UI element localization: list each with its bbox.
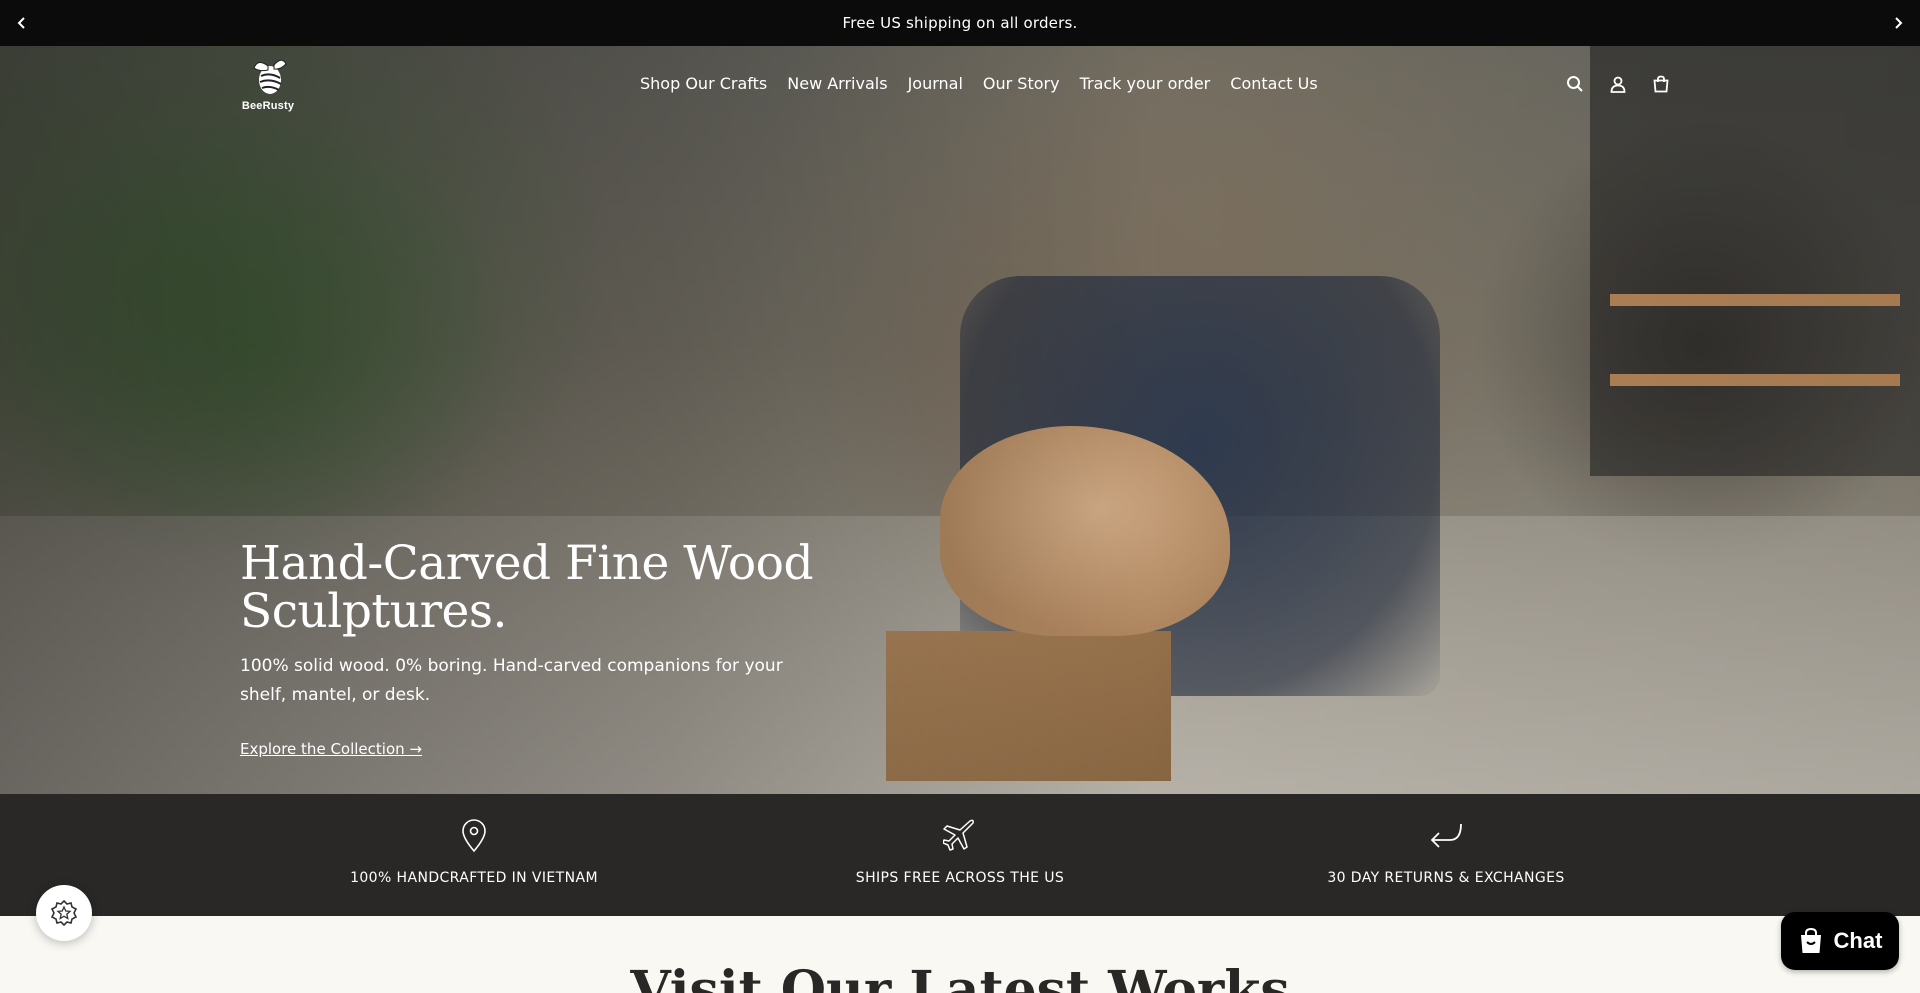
- hero-subtitle: 100% solid wood. 0% boring. Hand-carved …: [240, 656, 783, 705]
- search-icon: [1567, 76, 1583, 92]
- site-header: BeeRusty Shop Our Crafts New Arrivals Jo…: [0, 46, 1920, 126]
- header-icons: [1565, 74, 1671, 94]
- account-button[interactable]: [1608, 74, 1628, 94]
- latest-works-section: Visit Our Latest Works: [0, 916, 1920, 993]
- nav-item-track-your-order[interactable]: Track your order: [1080, 74, 1211, 93]
- nav-item-our-story[interactable]: Our Story: [983, 74, 1060, 93]
- bee-logo-icon: [253, 59, 287, 94]
- site-logo[interactable]: BeeRusty: [240, 56, 296, 118]
- badge-icon: [50, 899, 78, 927]
- explore-collection-link[interactable]: Explore the Collection →: [240, 740, 422, 758]
- nav-item-contact-us[interactable]: Contact Us: [1230, 74, 1317, 93]
- feature-free-shipping: SHIPS FREE ACROSS THE US: [855, 794, 1065, 916]
- chat-button[interactable]: Chat: [1781, 912, 1899, 970]
- hero-banner: BeeRusty Shop Our Crafts New Arrivals Jo…: [0, 46, 1920, 794]
- announcement-bar: Free US shipping on all orders.: [0, 0, 1920, 46]
- feature-returns: 30 DAY RETURNS & EXCHANGES: [1327, 794, 1565, 916]
- chat-label: Chat: [1833, 928, 1883, 953]
- nav-item-journal[interactable]: Journal: [908, 74, 963, 93]
- cart-button[interactable]: [1651, 74, 1671, 94]
- announcement-text: Free US shipping on all orders.: [842, 14, 1078, 32]
- plane-icon: [940, 816, 980, 856]
- cart-icon: [1653, 75, 1669, 93]
- announcement-next-button[interactable]: [1876, 0, 1920, 46]
- chevron-left-icon: [17, 17, 25, 29]
- search-button[interactable]: [1565, 74, 1585, 94]
- map-pin-icon: [454, 816, 494, 856]
- nav-item-new-arrivals[interactable]: New Arrivals: [787, 74, 887, 93]
- features-band: 100% HANDCRAFTED IN VIETNAM SHIPS FREE A…: [0, 794, 1920, 916]
- announcement-prev-button[interactable]: [0, 0, 44, 46]
- feature-label: 100% HANDCRAFTED IN VIETNAM: [350, 870, 598, 886]
- latest-works-title: Visit Our Latest Works: [630, 960, 1290, 993]
- nav-item-shop-our-crafts[interactable]: Shop Our Crafts: [640, 74, 767, 93]
- feature-label: 30 DAY RETURNS & EXCHANGES: [1327, 870, 1565, 886]
- account-icon: [1610, 76, 1626, 93]
- hero-title: Hand-Carved Fine Wood Sculptures.: [240, 536, 814, 639]
- chevron-right-icon: [1895, 17, 1903, 29]
- reviews-badge-button[interactable]: [36, 885, 92, 941]
- feature-handcrafted: 100% HANDCRAFTED IN VIETNAM: [350, 794, 598, 916]
- return-arrow-icon: [1426, 816, 1466, 856]
- main-nav: Shop Our Crafts New Arrivals Journal Our…: [640, 74, 1318, 93]
- shopping-bag-icon: [1800, 927, 1821, 953]
- logo-text: BeeRusty: [241, 100, 295, 112]
- feature-label: SHIPS FREE ACROSS THE US: [855, 870, 1065, 886]
